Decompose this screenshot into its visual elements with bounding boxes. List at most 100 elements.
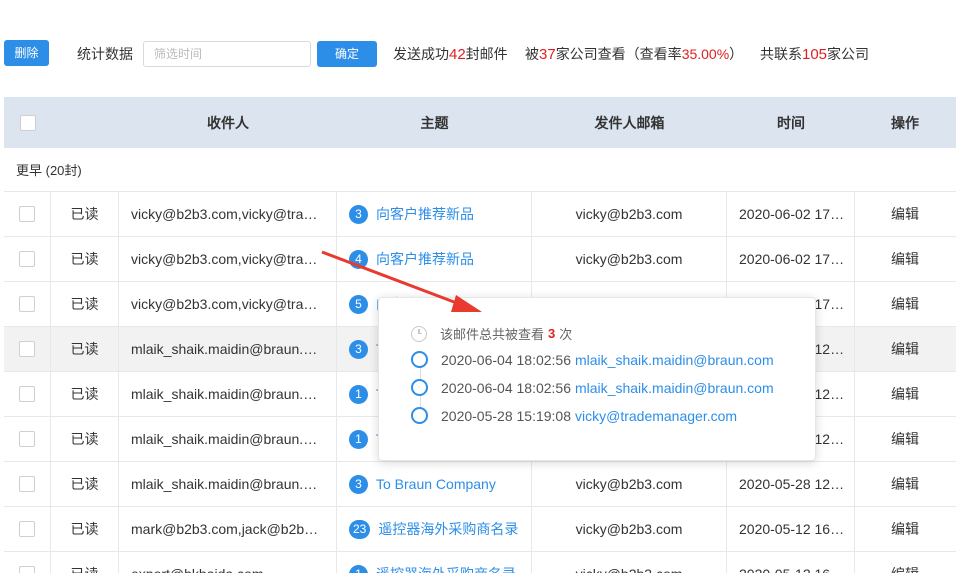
view-history-popup: 该邮件总共被查看 3 次 2020-06-04 18:02:56 mlaik_sh… (378, 297, 816, 461)
row-checkbox-cell (4, 417, 51, 461)
timeline-dot-icon (411, 351, 428, 368)
read-status: 已读 (51, 507, 119, 551)
recipient-cell: mlaik_shaik.maidin@braun.com (119, 462, 337, 506)
subject-link[interactable]: To Braun Company (376, 476, 496, 492)
row-checkbox[interactable] (19, 296, 35, 312)
read-status-text: 已读 (70, 296, 99, 312)
row-checkbox[interactable] (19, 206, 35, 222)
popup-title: 该邮件总共被查看 3 次 (411, 324, 572, 343)
table-row[interactable]: 已读 mlaik_shaik.maidin@braun.com 3 To Braun … (4, 462, 956, 507)
recipient-cell: vicky@b2b3.com,vicky@trademan (119, 192, 337, 236)
edit-link[interactable]: 编辑 (891, 519, 919, 539)
view-count-badge[interactable]: 1 (349, 384, 368, 404)
statistics-label: 统计数据 (77, 46, 133, 62)
row-checkbox[interactable] (19, 386, 35, 402)
edit-link[interactable]: 编辑 (891, 384, 919, 404)
header-subject: 主题 (420, 114, 449, 131)
recipient-cell: mark@b2b3.com,jack@b2b3.com (119, 507, 337, 551)
time-text: 2020-06-02 17:00 (739, 251, 847, 267)
sender-text: vicky@b2b3.com (575, 206, 683, 222)
header-sender: 发件人邮箱 (594, 114, 665, 131)
view-count-badge[interactable]: 1 (349, 564, 368, 573)
read-status-text: 已读 (70, 206, 99, 222)
time-cell: 2020-05-12 16:00 (727, 507, 855, 551)
subject-link[interactable]: 向客户推荐新品 (376, 249, 474, 269)
action-cell: 编辑 (855, 372, 955, 416)
row-checkbox[interactable] (19, 431, 35, 447)
row-checkbox-cell (4, 462, 51, 506)
sender-cell: vicky@b2b3.com (532, 192, 727, 236)
view-count-badge[interactable]: 5 (349, 294, 368, 314)
recipient-text: export@hkhaida.com (131, 566, 264, 573)
edit-link[interactable]: 编辑 (891, 564, 919, 573)
sender-text: vicky@b2b3.com (576, 566, 683, 573)
view-count-badge[interactable]: 1 (349, 429, 368, 449)
recipient-text: vicky@b2b3.com,vicky@trademan (131, 206, 321, 222)
subject-link[interactable]: 向客户推荐新品 (376, 204, 474, 224)
subject-link[interactable]: 遥控器海外采购商名录 (376, 564, 516, 573)
edit-link[interactable]: 编辑 (891, 474, 919, 494)
table-row[interactable]: 已读 vicky@b2b3.com,vicky@trademan 3 向客户推荐新品 v… (4, 192, 956, 237)
sender-text: vicky@b2b3.com (575, 476, 683, 492)
edit-link[interactable]: 编辑 (891, 339, 919, 359)
subject-link[interactable]: 遥控器海外采购商名录 (378, 519, 518, 539)
view-count-badge[interactable]: 3 (349, 474, 368, 494)
action-cell: 编辑 (855, 507, 955, 551)
edit-link[interactable]: 编辑 (891, 204, 919, 224)
delete-button[interactable]: 删除 (4, 40, 49, 66)
read-status: 已读 (51, 552, 119, 573)
header-recipient: 收件人 (207, 114, 249, 131)
table-row[interactable]: 已读 mark@b2b3.com,jack@b2b3.com 23 遥控器海外采购商名… (4, 507, 956, 552)
sender-text: vicky@b2b3.com (575, 521, 683, 537)
read-status: 已读 (51, 192, 119, 236)
timeline-dot-icon (411, 407, 428, 424)
viewer-email-link[interactable]: vicky@trademanager.com (575, 408, 737, 424)
action-cell: 编辑 (855, 282, 955, 326)
recipient-cell: export@hkhaida.com (119, 552, 337, 573)
row-checkbox[interactable] (19, 251, 35, 267)
edit-link[interactable]: 编辑 (891, 429, 919, 449)
sender-cell: vicky@b2b3.com (532, 507, 727, 551)
viewer-email-link[interactable]: mlaik_shaik.maidin@braun.com (575, 352, 774, 368)
read-status-text: 已读 (70, 521, 99, 537)
view-count-badge[interactable]: 23 (349, 519, 371, 539)
read-status-text: 已读 (71, 564, 99, 573)
action-cell: 编辑 (855, 192, 955, 236)
contact-count: 105 (802, 46, 828, 63)
header-action: 操作 (891, 114, 919, 131)
view-count-badge[interactable]: 3 (349, 204, 368, 224)
read-status: 已读 (51, 462, 119, 506)
header-time: 时间 (777, 114, 805, 131)
view-time: 2020-06-04 18:02:56 (441, 351, 571, 368)
view-count-badge[interactable]: 4 (349, 249, 368, 269)
row-checkbox-cell (4, 372, 51, 416)
row-checkbox[interactable] (19, 341, 35, 357)
select-all-checkbox[interactable] (19, 114, 36, 131)
read-status-text: 已读 (70, 476, 99, 492)
time-cell: 2020-05-12 16:00 (727, 552, 855, 573)
table-row[interactable]: 已读 export@hkhaida.com 1 遥控器海外采购商名录 vicky@b2b… (4, 552, 956, 573)
date-filter-input[interactable] (143, 41, 311, 67)
recipient-cell: mlaik_shaik.maidin@braun.com (119, 417, 337, 461)
subject-cell: 4 向客户推荐新品 (337, 237, 532, 281)
table-row[interactable]: 已读 vicky@b2b3.com,vicky@trademan 4 向客户推荐新品 v… (4, 237, 956, 282)
popup-title-prefix: 该邮件总共被查看 (440, 327, 545, 342)
edit-link[interactable]: 编辑 (891, 249, 919, 269)
recipient-cell: vicky@b2b3.com,vicky@trademan (119, 282, 337, 326)
row-checkbox-cell (4, 552, 51, 573)
viewer-email-link[interactable]: mlaik_shaik.maidin@braun.com (575, 380, 774, 396)
action-cell: 编辑 (855, 237, 955, 281)
view-rate: 35.00% (681, 46, 730, 62)
row-checkbox[interactable] (19, 566, 35, 573)
time-cell: 2020-06-02 17:00 (727, 192, 855, 236)
edit-link[interactable]: 编辑 (891, 294, 919, 314)
row-checkbox[interactable] (19, 521, 35, 537)
viewed-count: 37 (539, 46, 556, 63)
row-checkbox[interactable] (19, 476, 35, 492)
read-status-text: 已读 (70, 386, 99, 402)
view-count-badge[interactable]: 3 (349, 339, 368, 359)
read-status: 已读 (51, 327, 119, 371)
confirm-button[interactable]: 确定 (317, 41, 377, 67)
subject-cell: 23 遥控器海外采购商名录 (337, 507, 532, 551)
row-checkbox-cell (4, 327, 51, 371)
